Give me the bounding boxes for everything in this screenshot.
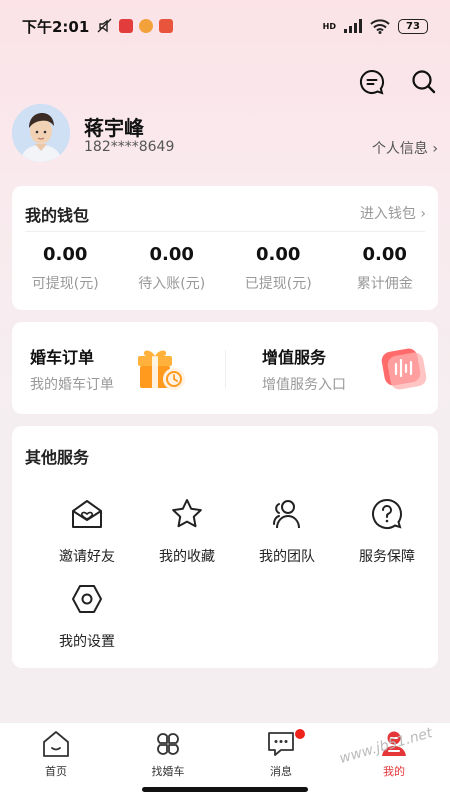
- signal-icon: [344, 19, 362, 33]
- app-badge-icon: [159, 19, 174, 33]
- voice-tag-icon: [381, 348, 427, 390]
- mute-icon: [97, 18, 112, 33]
- tab-label: 首页: [45, 765, 67, 778]
- personal-info-label: 个人信息: [371, 141, 428, 157]
- stat-label: 可提现(元): [31, 276, 99, 292]
- home-icon: [0, 729, 112, 759]
- wallet-stat-withdrawn[interactable]: 0.00 已提现(元): [225, 244, 332, 293]
- tab-messages[interactable]: 消息: [225, 729, 337, 779]
- clover-icon: [112, 729, 224, 759]
- value-added-subtitle: 增值服务入口: [262, 377, 346, 393]
- status-bar: 下午2:01 HD 73: [0, 0, 450, 52]
- divider: [25, 231, 425, 232]
- weibo-icon: [139, 19, 154, 33]
- envelope-heart-icon: [67, 494, 107, 534]
- wallet-card: 我的钱包 进入钱包 › 0.00 可提现(元) 0.00 待入账(元) 0.00…: [12, 186, 438, 310]
- tab-label: 找婚车: [151, 765, 185, 778]
- wallet-stat-commission[interactable]: 0.00 累计佣金: [332, 244, 439, 293]
- stat-value: 0.00: [43, 244, 88, 265]
- wallet-stat-pending[interactable]: 0.00 待入账(元): [119, 244, 226, 293]
- unread-badge: [295, 729, 305, 739]
- avatar[interactable]: [12, 104, 70, 162]
- service-label: 服务保障: [359, 549, 415, 565]
- service-label: 我的团队: [259, 549, 315, 565]
- enter-wallet-link[interactable]: 进入钱包 ›: [360, 203, 426, 223]
- chevron-right-icon: ›: [420, 206, 426, 222]
- tab-home[interactable]: 首页: [0, 729, 112, 779]
- personal-info-link[interactable]: 个人信息 ›: [372, 138, 438, 158]
- stat-value: 0.00: [149, 244, 194, 265]
- gift-box-icon: [138, 350, 185, 390]
- tab-label: 我的: [383, 765, 405, 778]
- service-guarantee[interactable]: 服务保障: [337, 494, 437, 566]
- enter-wallet-label: 进入钱包: [359, 206, 416, 222]
- service-label: 我的设置: [59, 634, 115, 650]
- wedding-car-orders-entry[interactable]: 婚车订单 我的婚车订单: [12, 322, 225, 414]
- wifi-icon: [370, 18, 390, 34]
- search-icon[interactable]: [408, 66, 440, 98]
- tab-label: 消息: [270, 765, 292, 778]
- orders-card: 婚车订单 我的婚车订单 增值服务 增值服务入口: [12, 322, 438, 414]
- notification-icons: [97, 18, 174, 34]
- tab-find-wedding-car[interactable]: 找婚车: [112, 729, 224, 779]
- app-notification-icon: [119, 19, 134, 33]
- other-services-card: 其他服务 邀请好友 我的收藏 我的团队 服务保障 我的设置: [12, 426, 438, 668]
- top-actions: [356, 66, 440, 98]
- service-label: 邀请好友: [59, 549, 115, 565]
- stat-label: 待入账(元): [138, 276, 206, 292]
- battery-indicator: 73: [398, 18, 428, 34]
- home-indicator: [142, 787, 308, 792]
- other-services-title: 其他服务: [25, 448, 90, 467]
- service-my-favorites[interactable]: 我的收藏: [137, 494, 237, 566]
- message-bubble-icon[interactable]: [356, 66, 388, 98]
- message-icon: [225, 729, 337, 759]
- wedding-orders-subtitle: 我的婚车订单: [30, 377, 114, 393]
- stat-label: 累计佣金: [356, 276, 413, 292]
- service-my-settings[interactable]: 我的设置: [37, 579, 137, 651]
- stat-label: 已提现(元): [244, 276, 312, 292]
- value-added-services-entry[interactable]: 增值服务 增值服务入口: [225, 322, 438, 414]
- profile-phone: 182****8649: [84, 139, 175, 155]
- wallet-title: 我的钱包: [25, 206, 90, 225]
- service-invite-friends[interactable]: 邀请好友: [37, 494, 137, 566]
- service-my-team[interactable]: 我的团队: [237, 494, 337, 566]
- settings-hexagon-icon: [67, 579, 107, 619]
- profile-name: 蒋宇峰: [84, 116, 144, 140]
- stat-value: 0.00: [256, 244, 301, 265]
- wallet-stat-withdrawable[interactable]: 0.00 可提现(元): [12, 244, 119, 293]
- wedding-orders-title: 婚车订单: [30, 348, 95, 367]
- stat-value: 0.00: [362, 244, 407, 265]
- status-time: 下午2:01: [22, 17, 90, 36]
- help-circle-icon: [367, 494, 407, 534]
- network-type: HD: [322, 21, 336, 31]
- team-icon: [267, 494, 307, 534]
- chevron-right-icon: ›: [432, 141, 438, 157]
- profile-section: 蒋宇峰 182****8649 个人信息 ›: [12, 104, 438, 164]
- star-icon: [167, 494, 207, 534]
- wallet-stats: 0.00 可提现(元) 0.00 待入账(元) 0.00 已提现(元) 0.00…: [12, 244, 438, 293]
- service-label: 我的收藏: [159, 549, 215, 565]
- value-added-title: 增值服务: [262, 348, 327, 367]
